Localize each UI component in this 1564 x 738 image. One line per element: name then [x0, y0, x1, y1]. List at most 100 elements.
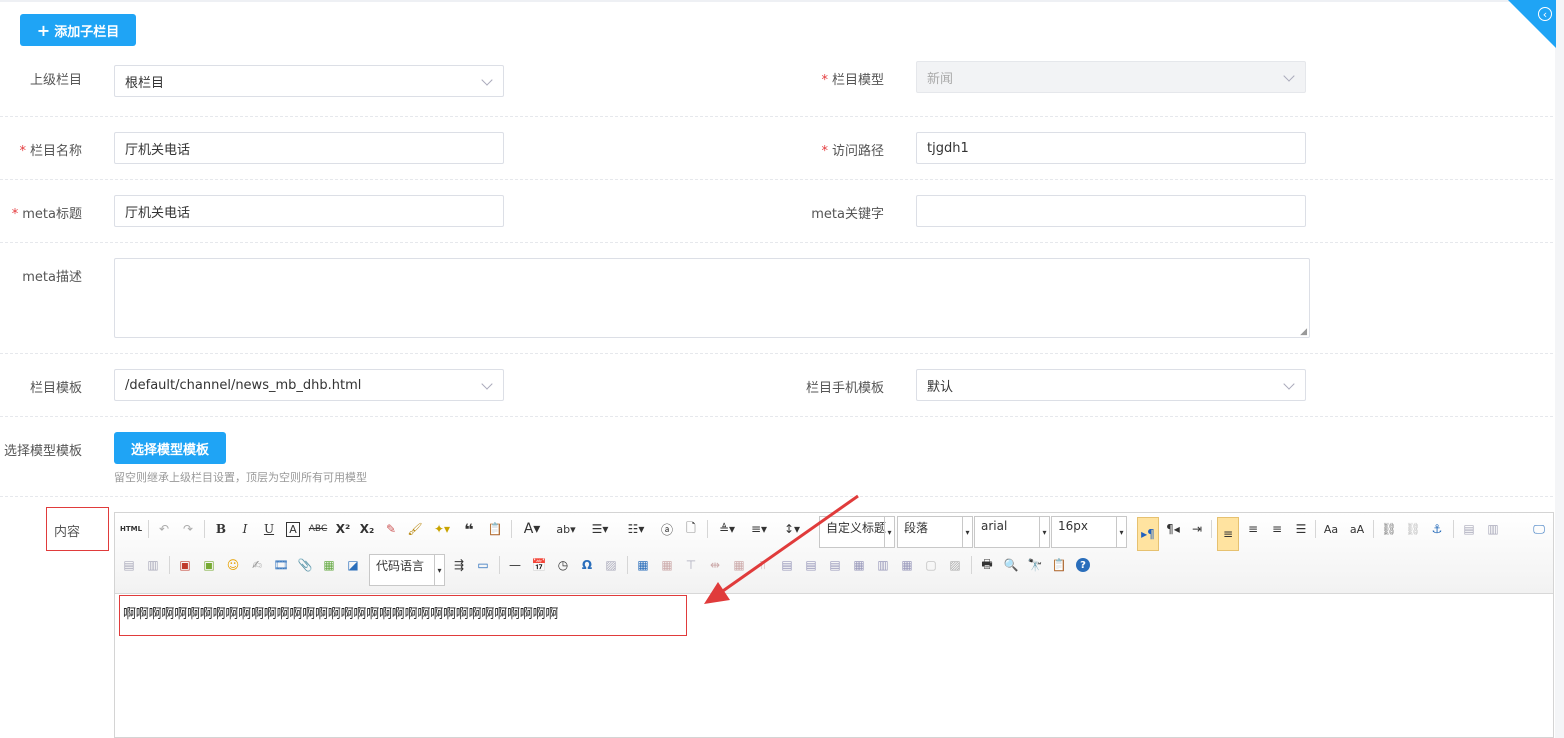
- time-icon[interactable]: ◷: [553, 555, 573, 575]
- strikethrough-icon[interactable]: ABC: [307, 519, 329, 539]
- chevron-down-icon: ▾: [962, 517, 972, 547]
- resize-handle-icon[interactable]: ◢: [1300, 327, 1307, 337]
- unordered-list-icon[interactable]: ☷▾: [621, 519, 651, 539]
- chevron-down-icon: [481, 378, 493, 390]
- column-template-select[interactable]: /default/channel/news_mb_dhb.html: [114, 369, 504, 401]
- bold-icon[interactable]: B: [211, 519, 231, 539]
- attachment-icon[interactable]: 📎: [295, 555, 315, 575]
- paragraph-select[interactable]: 段落 ▾: [897, 516, 973, 548]
- image-none-icon[interactable]: ▤: [1459, 519, 1479, 539]
- meta-description-textarea[interactable]: ◢: [114, 258, 1310, 338]
- font-border-icon[interactable]: A: [283, 519, 303, 539]
- split-cells-icon[interactable]: ▥: [873, 555, 893, 575]
- format-brush-icon[interactable]: 🖌: [405, 519, 425, 539]
- divider: [0, 179, 1553, 180]
- paste-plain-icon[interactable]: 📋: [485, 519, 505, 539]
- font-family-select[interactable]: arial ▾: [974, 516, 1050, 548]
- help-icon[interactable]: ?: [1073, 555, 1093, 575]
- quote-icon[interactable]: ❝: [459, 519, 479, 539]
- back-arrow-icon[interactable]: ‹: [1538, 7, 1552, 21]
- emotion-icon[interactable]: ☺: [223, 555, 243, 575]
- meta-title-label: * meta标题: [11, 207, 82, 222]
- preview-icon[interactable]: 🔍: [1001, 555, 1021, 575]
- chevron-down-icon: [1283, 378, 1295, 390]
- underline-icon[interactable]: U: [259, 519, 279, 539]
- subscript-icon[interactable]: X₂: [357, 519, 377, 539]
- meta-description-label: meta描述: [22, 270, 82, 285]
- wordimage-icon[interactable]: ▨: [601, 555, 621, 575]
- scrollbar[interactable]: [1555, 0, 1564, 738]
- drafts-icon[interactable]: 📋: [1049, 555, 1069, 575]
- print-icon[interactable]: 🖶: [977, 555, 997, 575]
- column-model-label: * 栏目模型: [821, 73, 884, 88]
- auto-format-icon[interactable]: ✦▾: [429, 519, 455, 539]
- image-icon[interactable]: ▣: [175, 555, 195, 575]
- html-source-button[interactable]: HTML: [119, 519, 143, 539]
- map-icon[interactable]: ▦: [319, 555, 339, 575]
- access-path-input[interactable]: tjgdh1: [916, 132, 1306, 164]
- italic-icon[interactable]: I: [235, 519, 255, 539]
- eraser-icon[interactable]: ✎: [381, 519, 401, 539]
- select-model-template-button[interactable]: 选择模型模板: [114, 432, 226, 464]
- template-icon[interactable]: ▭: [473, 555, 493, 575]
- align-right-icon[interactable]: ≡: [1267, 519, 1287, 539]
- unlink-icon[interactable]: ⛓: [1403, 519, 1423, 539]
- image-left-icon[interactable]: ▥: [1483, 519, 1503, 539]
- add-subcolumn-button[interactable]: + 添加子栏目: [20, 14, 136, 46]
- table-properties-icon[interactable]: ▨: [945, 555, 965, 575]
- video-icon[interactable]: 🎞: [271, 555, 291, 575]
- column-name-input[interactable]: 厅机关电话: [114, 132, 504, 164]
- align-left-icon[interactable]: ≡: [1217, 517, 1239, 551]
- delete-table-icon[interactable]: ▦: [657, 555, 677, 575]
- divider: [0, 116, 1553, 117]
- indent-icon[interactable]: ⇥: [1187, 519, 1207, 539]
- anchor-text-icon[interactable]: ⓐ: [657, 519, 677, 539]
- special-char-icon[interactable]: Ω: [577, 555, 597, 575]
- insert-table-icon[interactable]: ▦: [633, 555, 653, 575]
- parent-column-select[interactable]: 根栏目: [114, 65, 504, 97]
- page-break-icon[interactable]: ⇶: [449, 555, 469, 575]
- image-right-icon[interactable]: ▤: [119, 555, 139, 575]
- superscript-icon[interactable]: X²: [333, 519, 353, 539]
- undo-icon[interactable]: ↶: [155, 519, 173, 539]
- scrawl-icon[interactable]: ✍: [247, 555, 267, 575]
- parent-column-label: 上级栏目: [29, 73, 82, 88]
- divider: [0, 353, 1553, 354]
- ordered-list-icon[interactable]: ☰▾: [585, 519, 615, 539]
- multi-image-icon[interactable]: ▣: [199, 555, 219, 575]
- background-color-icon[interactable]: ab▾: [551, 519, 581, 539]
- meta-title-input[interactable]: 厅机关电话: [114, 195, 504, 227]
- meta-keywords-label: meta关键字: [811, 207, 884, 222]
- date-icon[interactable]: 📅: [529, 555, 549, 575]
- horizontal-rule-icon[interactable]: —: [505, 555, 525, 575]
- link-icon[interactable]: ⛓: [1379, 519, 1399, 539]
- model-template-hint: 留空则继承上级栏目设置，顶层为空则所有可用模型: [114, 471, 367, 484]
- split-rows-icon[interactable]: ▦: [897, 555, 917, 575]
- add-subcolumn-label: 添加子栏目: [54, 24, 120, 40]
- column-model-select: 新闻: [916, 61, 1306, 93]
- lowercase-icon[interactable]: aA: [1347, 519, 1367, 539]
- image-center-icon[interactable]: ▥: [143, 555, 163, 575]
- uppercase-icon[interactable]: Aa: [1321, 519, 1341, 539]
- align-justify-icon[interactable]: ☰: [1291, 519, 1311, 539]
- meta-keywords-input[interactable]: [916, 195, 1306, 227]
- chevron-down-icon: ▾: [1039, 517, 1049, 547]
- split-cols-icon[interactable]: ▢: [921, 555, 941, 575]
- font-size-select[interactable]: 16px ▾: [1051, 516, 1127, 548]
- insert-frame-icon[interactable]: ◪: [343, 555, 363, 575]
- align-center-icon[interactable]: ≡: [1243, 519, 1263, 539]
- column-model-value: 新闻: [927, 71, 954, 87]
- mobile-template-select[interactable]: 默认: [916, 369, 1306, 401]
- annotation-arrow: [704, 494, 859, 604]
- arrow-head: [704, 582, 730, 604]
- anchor-icon[interactable]: ⚓: [1427, 519, 1447, 539]
- rtl-direction-icon[interactable]: ¶◂: [1163, 519, 1183, 539]
- code-language-select[interactable]: 代码语言 ▾: [369, 554, 445, 586]
- model-template-label: 选择模型模板: [3, 444, 82, 459]
- ltr-direction-icon[interactable]: ▸¶: [1137, 517, 1159, 551]
- search-replace-icon[interactable]: 🔭: [1025, 555, 1045, 575]
- fullscreen-icon[interactable]: 🖵: [1529, 519, 1549, 539]
- font-color-icon[interactable]: A▾: [519, 519, 545, 539]
- redo-icon[interactable]: ↷: [179, 519, 197, 539]
- arrow-shaft: [709, 494, 859, 602]
